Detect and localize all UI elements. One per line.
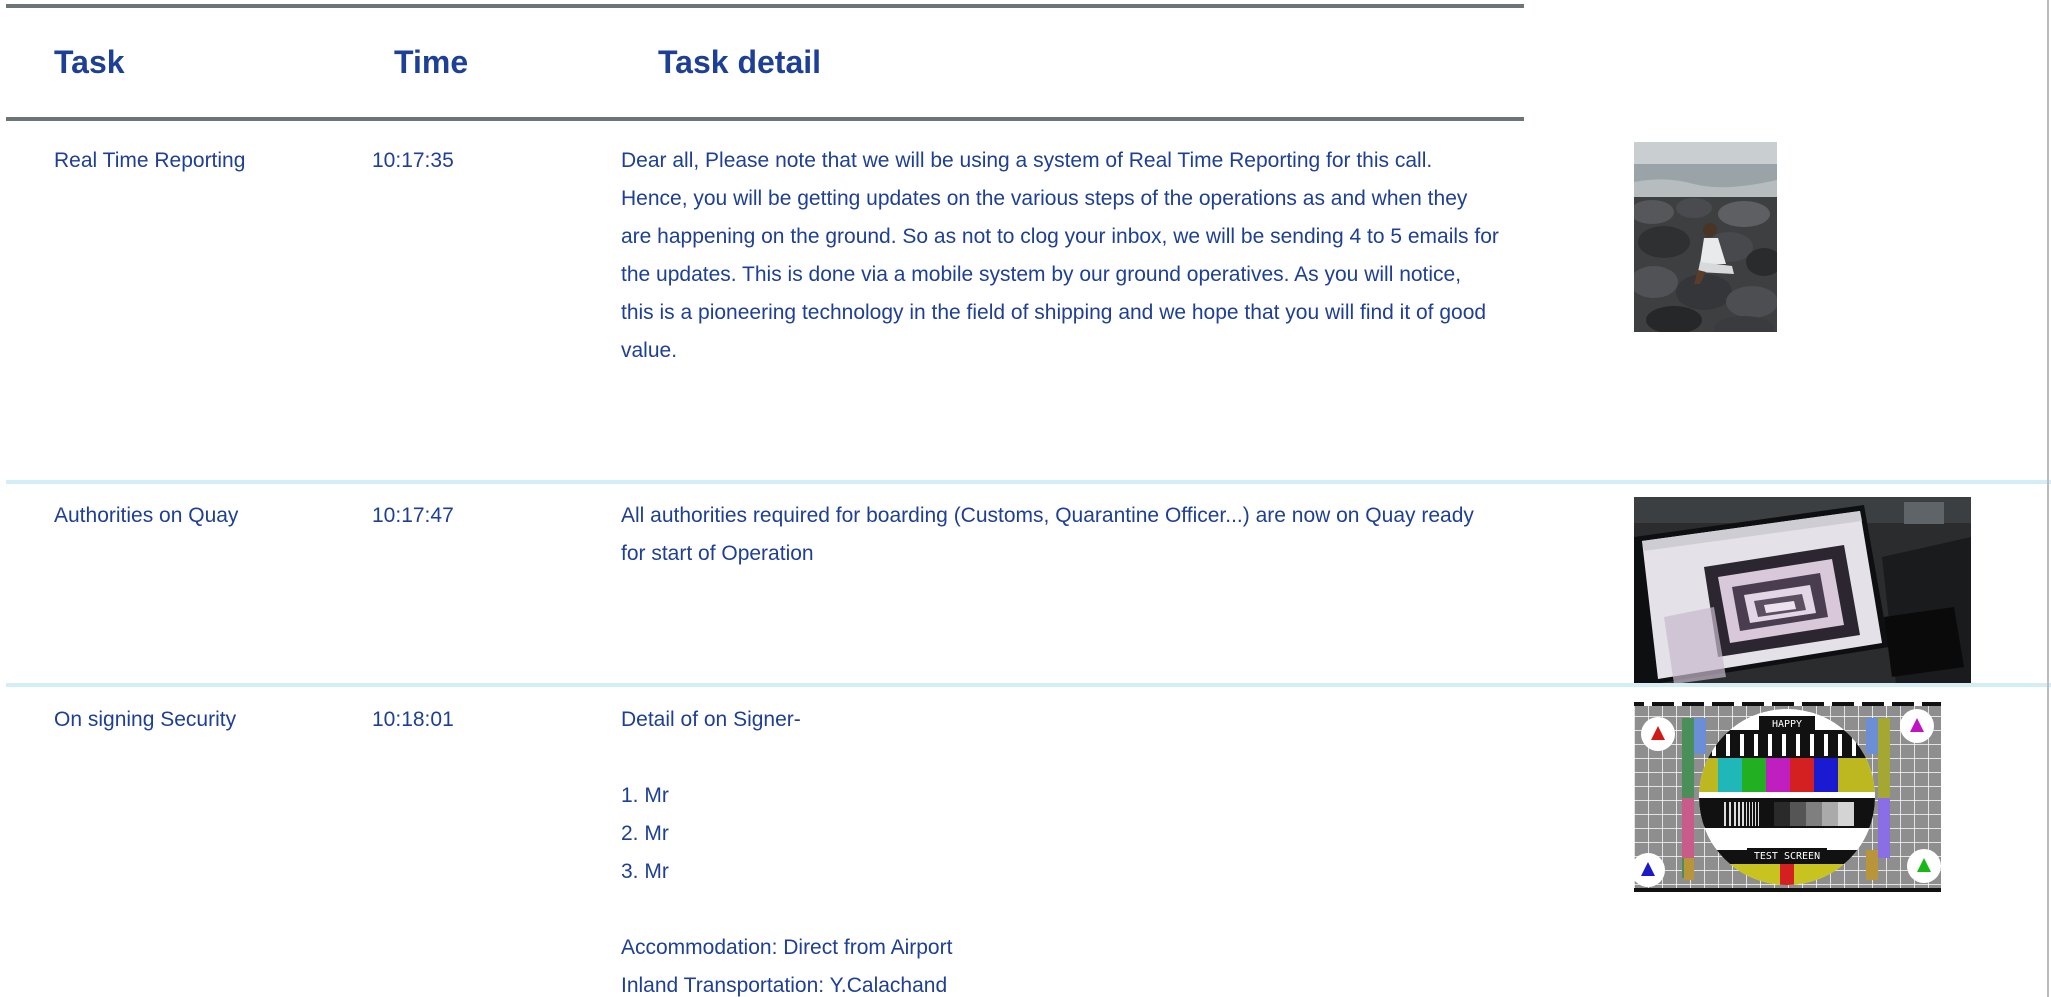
- row-3-blank-line: [621, 891, 1521, 929]
- header-task-detail: Task detail: [658, 44, 822, 80]
- row-1-detail-line: this is a pioneering technology in the f…: [621, 301, 1487, 324]
- row-1-detail-line: value.: [621, 339, 678, 362]
- test-screen-top-label: HAPPY: [1772, 719, 1802, 730]
- row-1-detail-line: the updates. This is done via a mobile s…: [621, 263, 1462, 286]
- row-3-detail-line: Detail of on Signer-: [621, 708, 801, 731]
- row-3-detail-line: 3. Mr: [621, 860, 669, 883]
- row-separator: [6, 480, 2051, 484]
- row-1-detail-line: are happening on the ground. So as not t…: [621, 225, 1499, 248]
- header-rule: [6, 117, 1524, 121]
- row-3-detail-line: Inland Transportation: Y.Calachand: [621, 974, 948, 997]
- rocks-photo-image: [1634, 142, 1777, 332]
- row-3-detail-line: 2. Mr: [621, 822, 669, 845]
- test-screen-thumbnail[interactable]: HAPPY TEST SCREEN: [1634, 702, 1941, 892]
- row-1-detail-line: Dear all, Please note that we will be us…: [621, 149, 1433, 172]
- header-time: Time: [394, 44, 469, 80]
- row-3-time: 10:18:01: [372, 708, 454, 731]
- row-3-detail-line: 1. Mr: [621, 784, 669, 807]
- rocks-photo-thumbnail[interactable]: [1634, 142, 1777, 332]
- row-2-task: Authorities on Quay: [54, 504, 239, 527]
- row-3-blank-line: [621, 739, 1521, 777]
- row-1-detail-line: Hence, you will be getting updates on th…: [621, 187, 1468, 210]
- test-screen-bottom-label: TEST SCREEN: [1754, 851, 1820, 862]
- header-task: Task: [54, 44, 125, 80]
- row-1-time: 10:17:35: [372, 149, 454, 172]
- top-rule: [6, 4, 1524, 8]
- row-2-detail: All authorities required for boarding (C…: [621, 497, 1521, 573]
- row-separator: [6, 683, 2051, 687]
- window-edge: [2047, 0, 2049, 997]
- row-1-detail: Dear all, Please note that we will be us…: [621, 142, 1521, 370]
- report-page: Task Time Task detail Real Time Reportin…: [0, 0, 2051, 997]
- row-3-detail: Detail of on Signer- 1. Mr 2. Mr 3. Mr A…: [621, 701, 1521, 997]
- row-2-detail-line: All authorities required for boarding (C…: [621, 504, 1474, 527]
- row-3-task: On signing Security: [54, 708, 237, 731]
- row-1-task: Real Time Reporting: [54, 149, 246, 172]
- monitor-photo-image: [1634, 497, 1971, 684]
- test-screen-image: HAPPY TEST SCREEN: [1634, 702, 1941, 892]
- monitor-photo-thumbnail[interactable]: [1634, 497, 1971, 684]
- row-3-detail-line: Accommodation: Direct from Airport: [621, 936, 953, 959]
- row-2-detail-line: for start of Operation: [621, 542, 814, 565]
- row-2-time: 10:17:47: [372, 504, 454, 527]
